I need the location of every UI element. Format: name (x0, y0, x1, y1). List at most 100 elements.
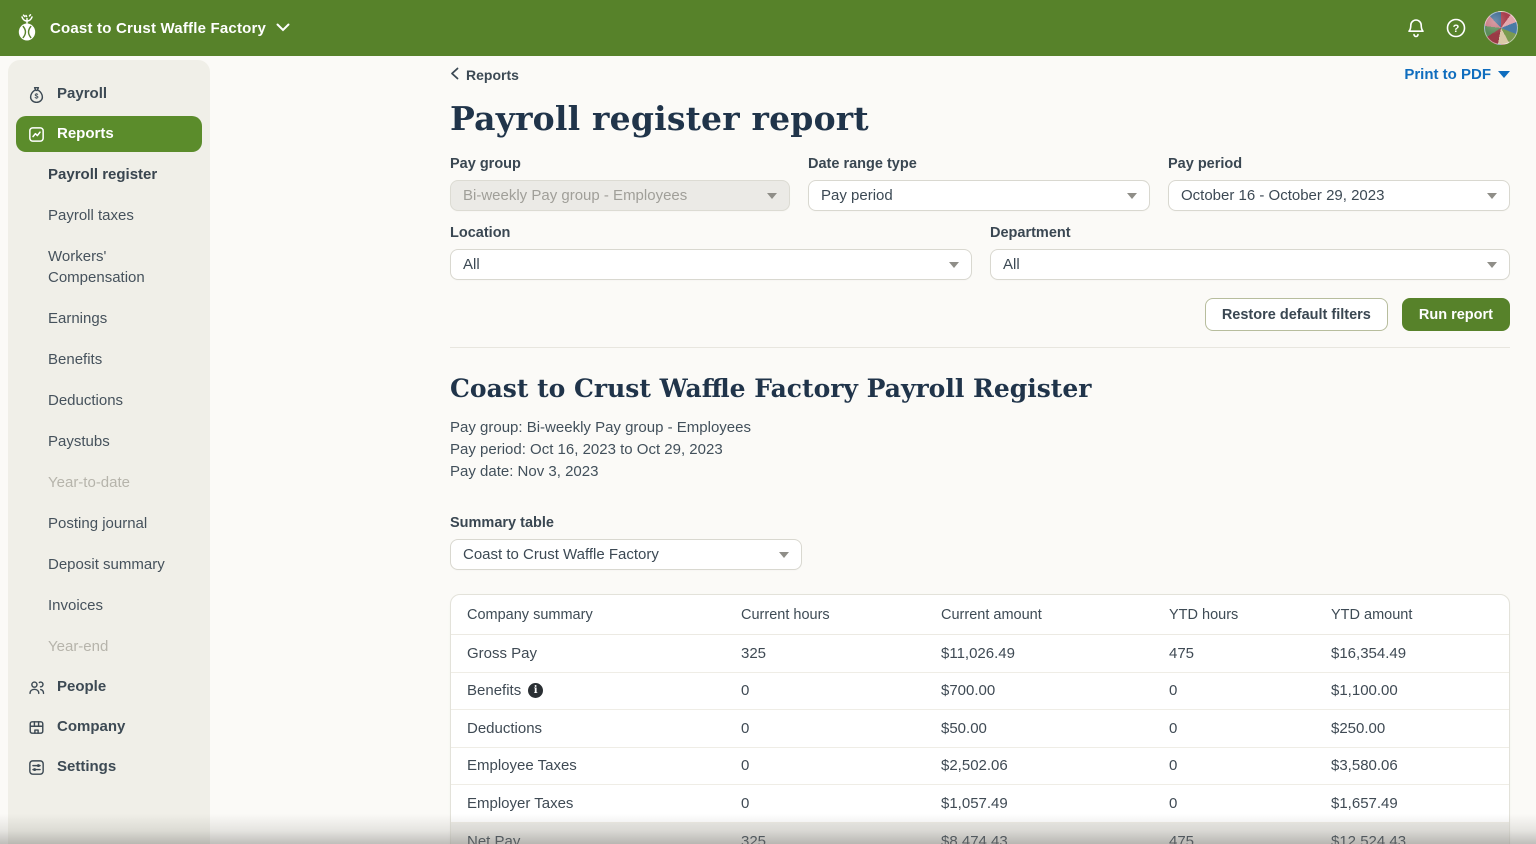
sliders-icon (26, 757, 46, 777)
sidebar-item-label: Payroll (57, 84, 107, 104)
sidebar: $ Payroll Reports Payroll register Payro… (8, 60, 210, 844)
column-header: YTD hours (1169, 607, 1331, 623)
caret-down-icon (767, 193, 777, 199)
sidebar-item-workers-compensation[interactable]: Workers' Compensation (8, 236, 210, 298)
row-label: Deductions (451, 720, 741, 737)
current-hours: 0 (741, 795, 941, 812)
ytd-hours: 475 (1169, 645, 1331, 662)
main-content: Reports Print to PDF Payroll register re… (210, 56, 1536, 844)
date-range-type-value: Pay period (821, 187, 893, 204)
chevron-down-icon (276, 19, 290, 37)
summary-table-select[interactable]: Coast to Crust Waffle Factory (450, 539, 802, 570)
ytd-hours: 0 (1169, 795, 1331, 812)
pay-group-select: Bi-weekly Pay group - Employees (450, 180, 790, 211)
sidebar-item-deposit-summary[interactable]: Deposit summary (8, 544, 210, 585)
breadcrumb-label: Reports (466, 67, 519, 83)
chevron-left-icon (450, 67, 459, 83)
department-select[interactable]: All (990, 249, 1510, 280)
sidebar-item-earnings[interactable]: Earnings (8, 298, 210, 339)
location-select[interactable]: All (450, 249, 972, 280)
sidebar-item-benefits[interactable]: Benefits (8, 339, 210, 380)
sidebar-item-label: People (57, 677, 106, 697)
meta-pay-group: Pay group: Bi-weekly Pay group - Employe… (450, 417, 1510, 439)
caret-down-icon (949, 262, 959, 268)
restore-default-filters-button[interactable]: Restore default filters (1205, 298, 1388, 331)
storefront-icon (26, 717, 46, 737)
current-hours: 0 (741, 720, 941, 737)
company-switcher[interactable]: Coast to Crust Waffle Factory (14, 13, 290, 43)
sidebar-item-deductions[interactable]: Deductions (8, 380, 210, 421)
current-amount: $8,474.43 (941, 833, 1169, 844)
sidebar-item-label: Company (57, 717, 125, 737)
sidebar-item-posting-journal[interactable]: Posting journal (8, 503, 210, 544)
caret-down-icon (1127, 193, 1137, 199)
column-header: Current amount (941, 607, 1169, 623)
avatar[interactable] (1484, 11, 1518, 45)
help-icon[interactable]: ? (1436, 8, 1476, 48)
summary-table-label: Summary table (450, 515, 1510, 531)
print-to-pdf-label: Print to PDF (1404, 66, 1491, 83)
pay-period-select[interactable]: October 16 - October 29, 2023 (1168, 180, 1510, 211)
current-amount: $700.00 (941, 682, 1169, 699)
info-icon[interactable]: i (528, 683, 543, 698)
ytd-amount: $12,524.43 (1331, 833, 1509, 844)
location-label: Location (450, 225, 972, 241)
sidebar-item-people[interactable]: People (8, 667, 210, 707)
sidebar-item-label: Reports (57, 124, 114, 144)
department-value: All (1003, 256, 1020, 273)
ytd-amount: $3,580.06 (1331, 757, 1509, 774)
run-report-button[interactable]: Run report (1402, 298, 1510, 331)
svg-text:?: ? (1453, 23, 1460, 35)
current-amount: $11,026.49 (941, 645, 1169, 662)
table-row-deductions: Deductions 0 $50.00 0 $250.00 (451, 710, 1509, 748)
date-range-type-label: Date range type (808, 156, 1150, 172)
sidebar-item-payroll[interactable]: $ Payroll (8, 74, 210, 114)
table-row-employee-taxes: Employee Taxes 0 $2,502.06 0 $3,580.06 (451, 748, 1509, 786)
column-header: Company summary (451, 607, 741, 623)
bell-icon[interactable] (1396, 8, 1436, 48)
breadcrumb[interactable]: Reports (450, 67, 519, 83)
date-range-type-select[interactable]: Pay period (808, 180, 1150, 211)
row-label: Employee Taxes (451, 757, 741, 774)
logo-icon (14, 13, 40, 43)
sidebar-item-settings[interactable]: Settings (8, 747, 210, 787)
current-hours: 0 (741, 757, 941, 774)
current-amount: $2,502.06 (941, 757, 1169, 774)
report-heading: Coast to Crust Waffle Factory Payroll Re… (450, 374, 1510, 403)
table-row-benefits: Benefits i 0 $700.00 0 $1,100.00 (451, 673, 1509, 711)
sidebar-item-reports[interactable]: Reports (16, 116, 202, 152)
ytd-hours: 0 (1169, 682, 1331, 699)
current-amount: $50.00 (941, 720, 1169, 737)
current-hours: 0 (741, 682, 941, 699)
current-amount: $1,057.49 (941, 795, 1169, 812)
filters-section: Pay group Bi-weekly Pay group - Employee… (450, 156, 1510, 331)
ytd-hours: 475 (1169, 833, 1331, 844)
svg-text:$: $ (34, 92, 38, 100)
sidebar-item-company[interactable]: Company (8, 707, 210, 747)
ytd-amount: $1,657.49 (1331, 795, 1509, 812)
section-divider (450, 347, 1510, 348)
sidebar-item-year-to-date: Year-to-date (8, 462, 210, 503)
summary-table-value: Coast to Crust Waffle Factory (463, 546, 659, 563)
top-bar: Coast to Crust Waffle Factory ? (0, 0, 1536, 56)
sidebar-item-payroll-taxes[interactable]: Payroll taxes (8, 195, 210, 236)
sidebar-item-paystubs[interactable]: Paystubs (8, 421, 210, 462)
current-hours: 325 (741, 833, 941, 844)
location-value: All (463, 256, 480, 273)
table-row-gross-pay: Gross Pay 325 $11,026.49 475 $16,354.49 (451, 635, 1509, 673)
pay-group-value: Bi-weekly Pay group - Employees (463, 187, 687, 204)
company-name: Coast to Crust Waffle Factory (50, 20, 266, 37)
caret-down-icon (1498, 71, 1510, 78)
sidebar-item-payroll-register[interactable]: Payroll register (8, 154, 210, 195)
sidebar-item-year-end: Year-end (8, 626, 210, 667)
table-header-row: Company summary Current hours Current am… (451, 595, 1509, 635)
page-title: Payroll register report (450, 99, 1510, 138)
sidebar-item-invoices[interactable]: Invoices (8, 585, 210, 626)
ytd-amount: $1,100.00 (1331, 682, 1509, 699)
pay-period-label: Pay period (1168, 156, 1510, 172)
print-to-pdf-button[interactable]: Print to PDF (1404, 66, 1510, 83)
pay-group-label: Pay group (450, 156, 790, 172)
row-label: Employer Taxes (451, 795, 741, 812)
caret-down-icon (1487, 193, 1497, 199)
report-meta: Pay group: Bi-weekly Pay group - Employe… (450, 417, 1510, 483)
